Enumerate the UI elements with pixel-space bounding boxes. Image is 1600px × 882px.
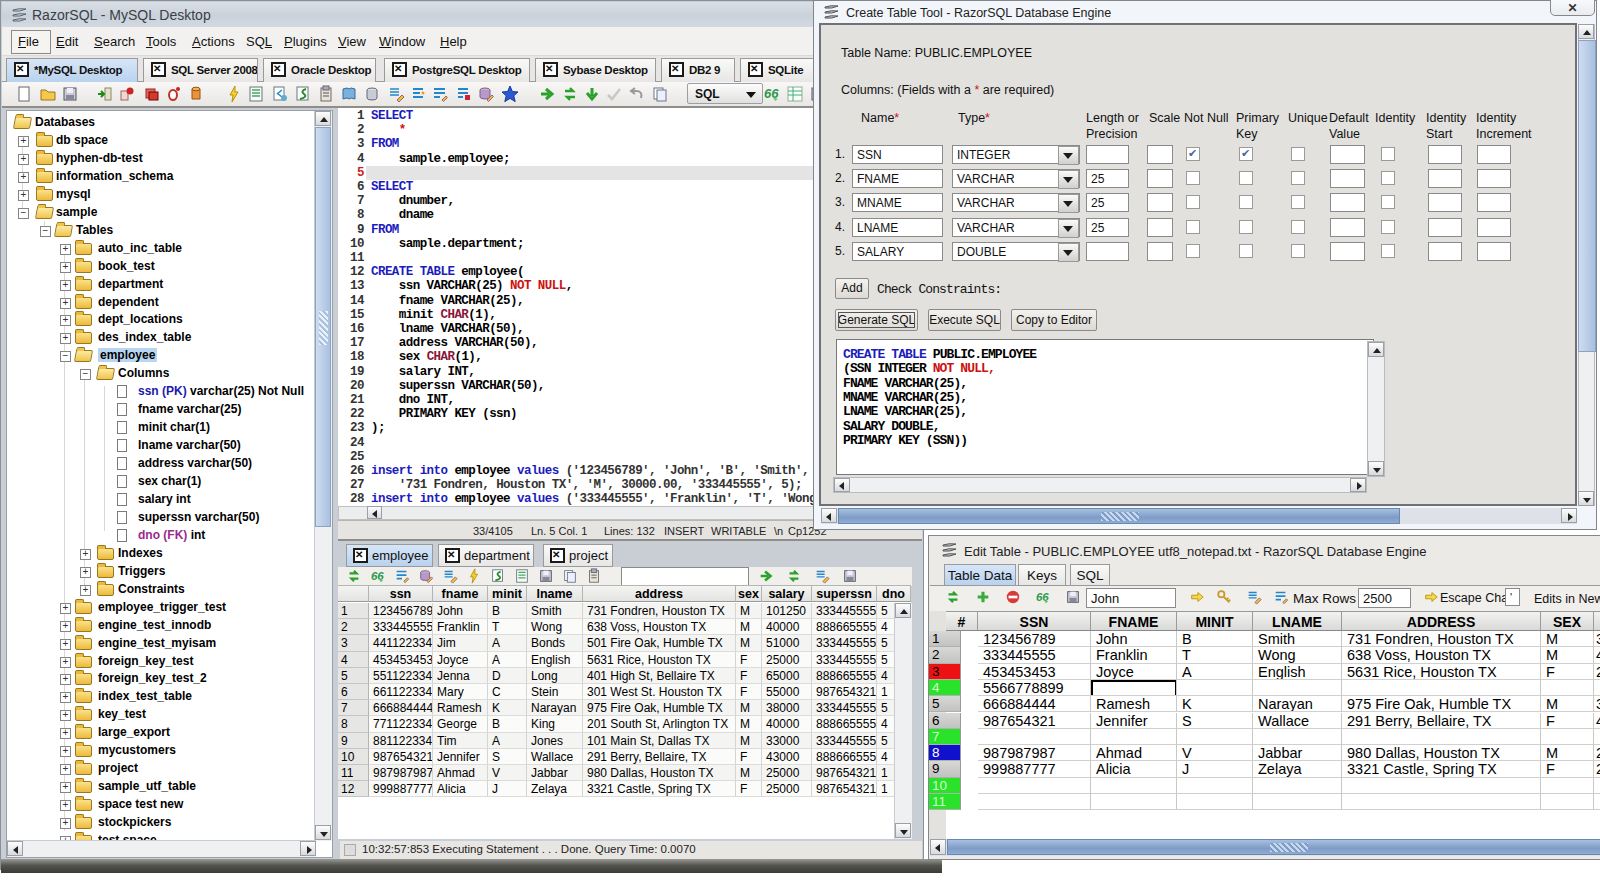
svg-text:66: 66 [1036,591,1049,603]
svg-text:66: 66 [371,570,384,582]
